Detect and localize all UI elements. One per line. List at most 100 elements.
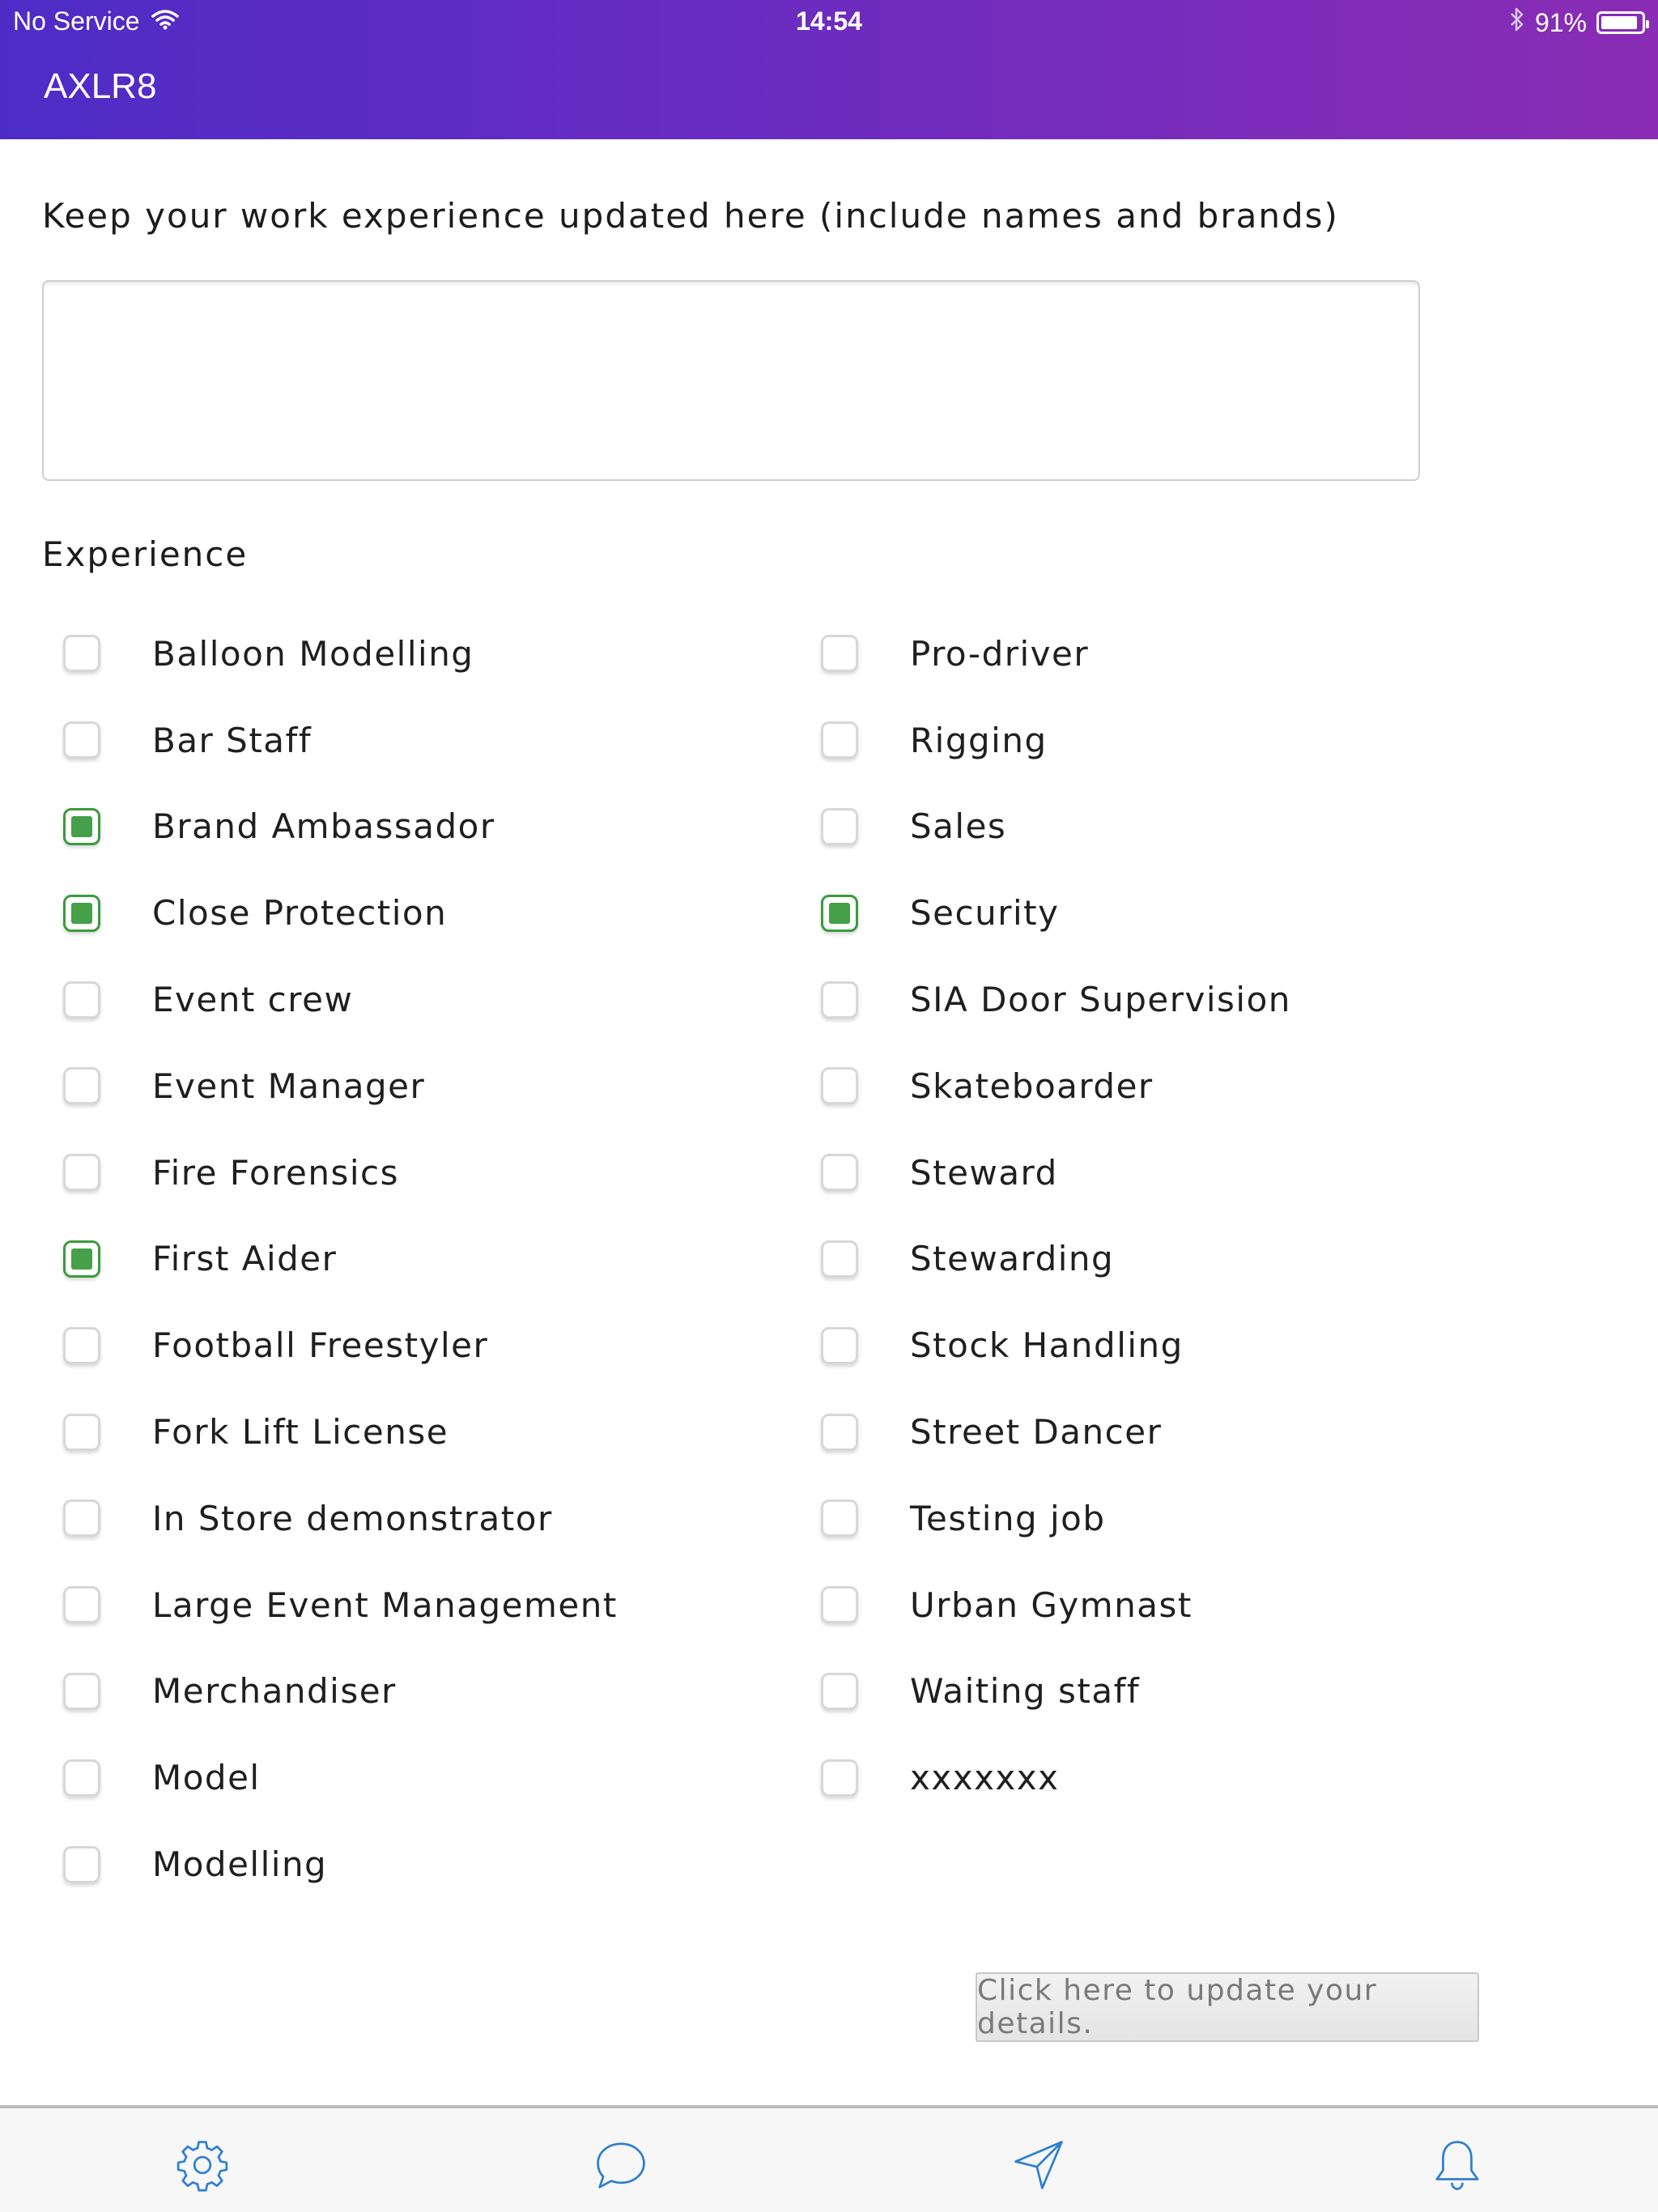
option-label: Street Dancer [910,1412,1163,1453]
option-label: Urban Gymnast [910,1585,1192,1625]
bluetooth-icon [1509,6,1525,39]
option-label: Close Protection [152,893,448,934]
experience-option[interactable]: Bar Staff [63,697,821,784]
tab-send[interactable] [1006,2133,1071,2197]
checkbox[interactable] [63,1154,100,1192]
experience-option[interactable]: Balloon Modelling [63,610,821,697]
option-label: Pro-driver [910,633,1090,674]
experience-option[interactable]: Model [63,1734,821,1821]
experience-option[interactable]: Event Manager [63,1043,821,1129]
option-label: SIA Door Supervision [910,980,1291,1020]
experience-option[interactable]: In Store demonstrator [63,1475,821,1562]
checkbox[interactable] [821,1326,858,1364]
checkbox[interactable] [63,1240,100,1278]
tab-settings[interactable] [170,2133,235,2197]
tab-messages[interactable] [589,2133,653,2197]
option-label: Event crew [152,980,354,1020]
experience-option[interactable]: First Aider [63,1216,821,1303]
work-experience-label: Keep your work experience updated here (… [42,196,1339,236]
tab-notifications[interactable] [1425,2133,1490,2197]
checkbox[interactable] [821,635,858,673]
app-header: No Service 14:54 91% AXLR8 [0,0,1658,139]
checkbox[interactable] [821,1413,858,1451]
option-label: Fork Lift License [152,1412,449,1453]
experience-option[interactable]: Event crew [63,956,821,1043]
checkbox[interactable] [63,1759,100,1797]
option-label: In Store demonstrator [152,1498,553,1538]
option-label: Security [910,893,1060,934]
checkbox[interactable] [821,1586,858,1624]
status-right: 91% [1509,6,1649,39]
option-label: Bar Staff [152,720,312,760]
experience-option[interactable]: Brand Ambassador [63,784,821,870]
checkbox[interactable] [63,1845,100,1883]
checkbox[interactable] [63,635,100,673]
experience-option[interactable]: Steward [821,1129,1520,1216]
experience-option[interactable]: Fire Forensics [63,1129,821,1216]
app-title: AXLR8 [44,66,157,106]
experience-option[interactable]: Fork Lift License [63,1389,821,1475]
option-label: Football Freestyler [152,1325,489,1366]
experience-option[interactable]: SIA Door Supervision [821,956,1520,1043]
battery-fill [1601,16,1637,29]
option-label: Balloon Modelling [152,633,474,674]
option-label: Large Event Management [152,1585,618,1625]
send-icon [1014,2141,1063,2189]
checkbox[interactable] [821,1154,858,1192]
experience-option[interactable]: Modelling [63,1821,821,1908]
experience-option[interactable]: Close Protection [63,870,821,956]
checkbox[interactable] [63,1067,100,1105]
experience-option[interactable]: Stock Handling [821,1302,1520,1389]
experience-option[interactable]: Street Dancer [821,1389,1520,1475]
checkbox[interactable] [63,1499,100,1538]
experience-option[interactable]: xxxxxxx [821,1734,1520,1821]
option-label: Modelling [152,1844,328,1885]
option-label: Rigging [910,720,1048,760]
bottom-tab-bar [0,2105,1658,2212]
checkbox[interactable] [821,981,858,1019]
checkbox[interactable] [63,1672,100,1710]
experience-option[interactable]: Football Freestyler [63,1302,821,1389]
experience-option[interactable]: Testing job [821,1475,1520,1562]
status-bar: No Service 14:54 91% [0,0,1658,45]
experience-option[interactable]: Urban Gymnast [821,1562,1520,1648]
checkbox[interactable] [821,1672,858,1710]
checkbox[interactable] [821,1067,858,1105]
checkbox[interactable] [63,1413,100,1451]
option-label: Steward [910,1152,1058,1193]
experience-option[interactable]: Rigging [821,697,1520,784]
experience-options: Balloon Modelling Bar Staff Brand Ambassad… [63,610,1520,1908]
status-time: 14:54 [796,6,862,36]
profile-form: Keep your work experience updated here (… [0,139,1658,2107]
checkbox[interactable] [821,1759,858,1797]
option-label: Event Manager [152,1066,426,1106]
bell-icon [1435,2141,1479,2190]
experience-option[interactable]: Skateboarder [821,1043,1520,1129]
experience-option[interactable]: Waiting staff [821,1648,1520,1735]
checkbox[interactable] [63,894,100,932]
checkbox[interactable] [63,721,100,759]
option-label: Sales [910,806,1007,847]
checkbox[interactable] [821,807,858,845]
battery-percent: 91% [1534,7,1587,37]
checkbox[interactable] [821,1240,858,1278]
gear-icon [176,2141,228,2192]
checkbox[interactable] [821,1499,858,1538]
checkbox[interactable] [821,721,858,759]
checkbox[interactable] [63,1326,100,1364]
option-label: Testing job [910,1498,1106,1538]
checkbox[interactable] [63,807,100,845]
update-details-button[interactable]: Click here to update your details. [976,1972,1479,2042]
experience-option[interactable]: Merchandiser [63,1648,821,1735]
checkbox[interactable] [63,1586,100,1624]
option-label: Skateboarder [910,1066,1154,1106]
checkbox[interactable] [63,981,100,1019]
option-label: Waiting staff [910,1671,1141,1712]
experience-option[interactable]: Security [821,870,1520,956]
experience-option[interactable]: Sales [821,784,1520,870]
experience-option[interactable]: Pro-driver [821,610,1520,697]
experience-option[interactable]: Large Event Management [63,1562,821,1648]
experience-option[interactable]: Stewarding [821,1216,1520,1303]
checkbox[interactable] [821,894,858,932]
work-experience-textarea[interactable] [42,280,1420,481]
